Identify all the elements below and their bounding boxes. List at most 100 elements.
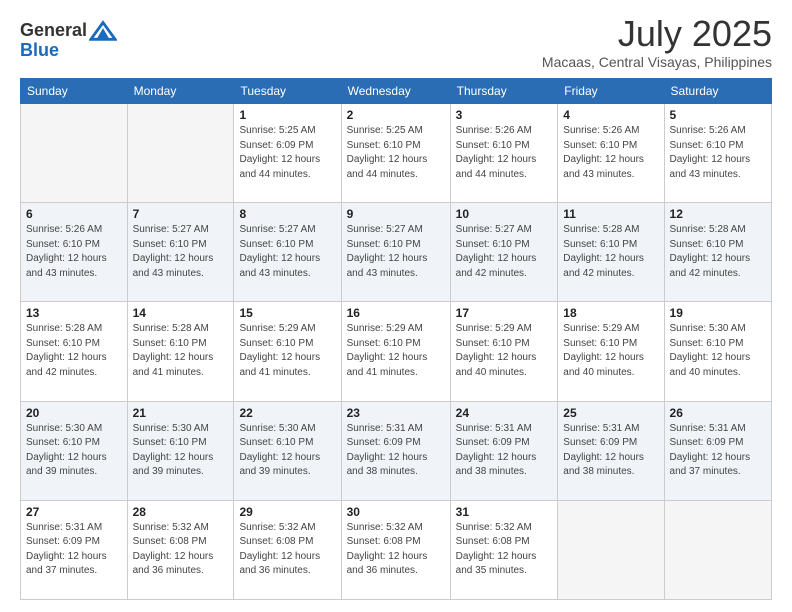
table-row: 22 Sunrise: 5:30 AMSunset: 6:10 PMDayligh… <box>234 401 341 500</box>
table-row: 23 Sunrise: 5:31 AMSunset: 6:09 PMDayligh… <box>341 401 450 500</box>
title-block: July 2025 Macaas, Central Visayas, Phili… <box>542 16 772 70</box>
col-sunday: Sunday <box>21 79 128 104</box>
day-number: 3 <box>456 108 553 122</box>
calendar-week-row: 13 Sunrise: 5:28 AMSunset: 6:10 PMDayligh… <box>21 302 772 401</box>
day-info: Sunrise: 5:32 AMSunset: 6:08 PMDaylight:… <box>456 521 553 579</box>
day-info: Sunrise: 5:28 AMSunset: 6:10 PMDaylight:… <box>563 223 658 281</box>
location: Macaas, Central Visayas, Philippines <box>542 54 772 70</box>
col-monday: Monday <box>127 79 234 104</box>
header: General Blue July 2025 Macaas, Central V… <box>20 16 772 70</box>
calendar-week-row: 6 Sunrise: 5:26 AMSunset: 6:10 PMDaylight… <box>21 203 772 302</box>
day-info: Sunrise: 5:26 AMSunset: 6:10 PMDaylight:… <box>26 223 122 281</box>
day-number: 21 <box>133 406 229 420</box>
day-number: 7 <box>133 207 229 221</box>
day-number: 24 <box>456 406 553 420</box>
table-row: 4 Sunrise: 5:26 AMSunset: 6:10 PMDaylight… <box>558 104 664 203</box>
table-row: 6 Sunrise: 5:26 AMSunset: 6:10 PMDaylight… <box>21 203 128 302</box>
table-row: 21 Sunrise: 5:30 AMSunset: 6:10 PMDayligh… <box>127 401 234 500</box>
day-info: Sunrise: 5:27 AMSunset: 6:10 PMDaylight:… <box>347 223 445 281</box>
table-row: 7 Sunrise: 5:27 AMSunset: 6:10 PMDaylight… <box>127 203 234 302</box>
table-row: 25 Sunrise: 5:31 AMSunset: 6:09 PMDayligh… <box>558 401 664 500</box>
day-info: Sunrise: 5:30 AMSunset: 6:10 PMDaylight:… <box>670 322 766 380</box>
day-number: 23 <box>347 406 445 420</box>
table-row: 3 Sunrise: 5:26 AMSunset: 6:10 PMDaylight… <box>450 104 558 203</box>
day-info: Sunrise: 5:29 AMSunset: 6:10 PMDaylight:… <box>347 322 445 380</box>
day-info: Sunrise: 5:28 AMSunset: 6:10 PMDaylight:… <box>26 322 122 380</box>
table-row: 31 Sunrise: 5:32 AMSunset: 6:08 PMDayligh… <box>450 500 558 599</box>
day-number: 10 <box>456 207 553 221</box>
day-number: 12 <box>670 207 766 221</box>
table-row: 15Sunrise: 5:29 AMSunset: 6:10 PMDayligh… <box>234 302 341 401</box>
table-row: 10 Sunrise: 5:27 AMSunset: 6:10 PMDayligh… <box>450 203 558 302</box>
day-info: Sunrise: 5:27 AMSunset: 6:10 PMDaylight:… <box>133 223 229 281</box>
page: General Blue July 2025 Macaas, Central V… <box>0 0 792 612</box>
day-info: Sunrise: 5:31 AMSunset: 6:09 PMDaylight:… <box>26 521 122 579</box>
calendar-table: Sunday Monday Tuesday Wednesday Thursday… <box>20 78 772 600</box>
table-row: 30 Sunrise: 5:32 AMSunset: 6:08 PMDayligh… <box>341 500 450 599</box>
table-row <box>558 500 664 599</box>
table-row: 27 Sunrise: 5:31 AMSunset: 6:09 PMDayligh… <box>21 500 128 599</box>
day-info: Sunrise: 5:31 AMSunset: 6:09 PMDaylight:… <box>456 422 553 480</box>
day-number: 6 <box>26 207 122 221</box>
day-info: Sunrise: 5:25 AMSunset: 6:09 PMDaylight:… <box>239 124 335 182</box>
day-info: Sunrise: 5:28 AMSunset: 6:10 PMDaylight:… <box>670 223 766 281</box>
table-row: 26 Sunrise: 5:31 AMSunset: 6:09 PMDayligh… <box>664 401 771 500</box>
calendar-week-row: 1 Sunrise: 5:25 AMSunset: 6:09 PMDaylight… <box>21 104 772 203</box>
logo-icon <box>89 16 117 44</box>
day-number: 4 <box>563 108 658 122</box>
day-number: 22 <box>239 406 335 420</box>
table-row: 20Sunrise: 5:30 AMSunset: 6:10 PMDayligh… <box>21 401 128 500</box>
calendar-header-row: Sunday Monday Tuesday Wednesday Thursday… <box>21 79 772 104</box>
col-friday: Friday <box>558 79 664 104</box>
day-info: Sunrise: 5:26 AMSunset: 6:10 PMDaylight:… <box>456 124 553 182</box>
logo: General Blue <box>20 16 117 61</box>
day-number: 20 <box>26 406 122 420</box>
table-row: 16 Sunrise: 5:29 AMSunset: 6:10 PMDayligh… <box>341 302 450 401</box>
table-row: 24 Sunrise: 5:31 AMSunset: 6:09 PMDayligh… <box>450 401 558 500</box>
day-number: 27 <box>26 505 122 519</box>
day-number: 15 <box>239 306 335 320</box>
day-number: 25 <box>563 406 658 420</box>
day-info: Sunrise: 5:26 AMSunset: 6:10 PMDaylight:… <box>563 124 658 182</box>
day-info: Sunrise: 5:30 AMSunset: 6:10 PMDaylight:… <box>133 422 229 480</box>
table-row: 13 Sunrise: 5:28 AMSunset: 6:10 PMDayligh… <box>21 302 128 401</box>
day-info: Sunrise: 5:27 AMSunset: 6:10 PMDaylight:… <box>239 223 335 281</box>
month-year: July 2025 <box>542 16 772 52</box>
day-number: 13 <box>26 306 122 320</box>
day-info: Sunrise: 5:32 AMSunset: 6:08 PMDaylight:… <box>133 521 229 579</box>
day-number: 9 <box>347 207 445 221</box>
day-info: Sunrise: 5:31 AMSunset: 6:09 PMDaylight:… <box>563 422 658 480</box>
table-row: 28 Sunrise: 5:32 AMSunset: 6:08 PMDayligh… <box>127 500 234 599</box>
day-info: Sunrise: 5:29 AMSunset: 6:10 PMDaylight:… <box>456 322 553 380</box>
day-info: Sunrise: 5:26 AMSunset: 6:10 PMDaylight:… <box>670 124 766 182</box>
day-info: Sunrise: 5:32 AMSunset: 6:08 PMDaylight:… <box>347 521 445 579</box>
day-number: 31 <box>456 505 553 519</box>
table-row: 19 Sunrise: 5:30 AMSunset: 6:10 PMDayligh… <box>664 302 771 401</box>
day-info: Sunrise: 5:29 AMSunset: 6:10 PMDaylight:… <box>563 322 658 380</box>
table-row: 11Sunrise: 5:28 AMSunset: 6:10 PMDayligh… <box>558 203 664 302</box>
table-row: 1 Sunrise: 5:25 AMSunset: 6:09 PMDaylight… <box>234 104 341 203</box>
day-number: 19 <box>670 306 766 320</box>
day-info: Sunrise: 5:27 AMSunset: 6:10 PMDaylight:… <box>456 223 553 281</box>
table-row <box>127 104 234 203</box>
col-tuesday: Tuesday <box>234 79 341 104</box>
day-number: 14 <box>133 306 229 320</box>
day-info: Sunrise: 5:31 AMSunset: 6:09 PMDaylight:… <box>347 422 445 480</box>
day-number: 16 <box>347 306 445 320</box>
table-row: 18 Sunrise: 5:29 AMSunset: 6:10 PMDayligh… <box>558 302 664 401</box>
day-number: 18 <box>563 306 658 320</box>
day-number: 26 <box>670 406 766 420</box>
day-number: 17 <box>456 306 553 320</box>
table-row: 9 Sunrise: 5:27 AMSunset: 6:10 PMDaylight… <box>341 203 450 302</box>
day-info: Sunrise: 5:30 AMSunset: 6:10 PMDaylight:… <box>239 422 335 480</box>
logo-general: General <box>20 20 87 41</box>
table-row: 2Sunrise: 5:25 AMSunset: 6:10 PMDaylight… <box>341 104 450 203</box>
day-number: 29 <box>239 505 335 519</box>
day-number: 1 <box>239 108 335 122</box>
day-info: Sunrise: 5:31 AMSunset: 6:09 PMDaylight:… <box>670 422 766 480</box>
col-wednesday: Wednesday <box>341 79 450 104</box>
day-number: 28 <box>133 505 229 519</box>
table-row: 17 Sunrise: 5:29 AMSunset: 6:10 PMDayligh… <box>450 302 558 401</box>
day-number: 30 <box>347 505 445 519</box>
table-row: 29Sunrise: 5:32 AMSunset: 6:08 PMDayligh… <box>234 500 341 599</box>
